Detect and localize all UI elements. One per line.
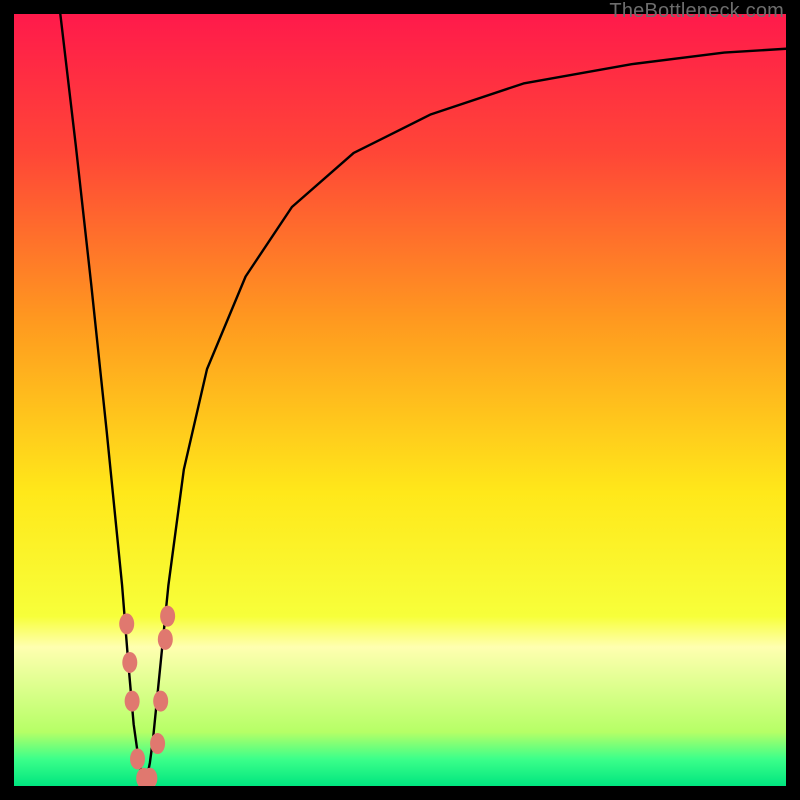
plot-frame bbox=[14, 14, 786, 786]
watermark-text: TheBottleneck.com bbox=[609, 0, 784, 23]
bottleneck-chart bbox=[14, 14, 786, 786]
data-point bbox=[160, 606, 175, 627]
data-point bbox=[153, 691, 168, 712]
data-point bbox=[158, 629, 173, 650]
data-point bbox=[125, 691, 140, 712]
data-point bbox=[130, 748, 145, 769]
data-point bbox=[119, 613, 134, 634]
data-point bbox=[150, 733, 165, 754]
data-point bbox=[122, 652, 137, 673]
